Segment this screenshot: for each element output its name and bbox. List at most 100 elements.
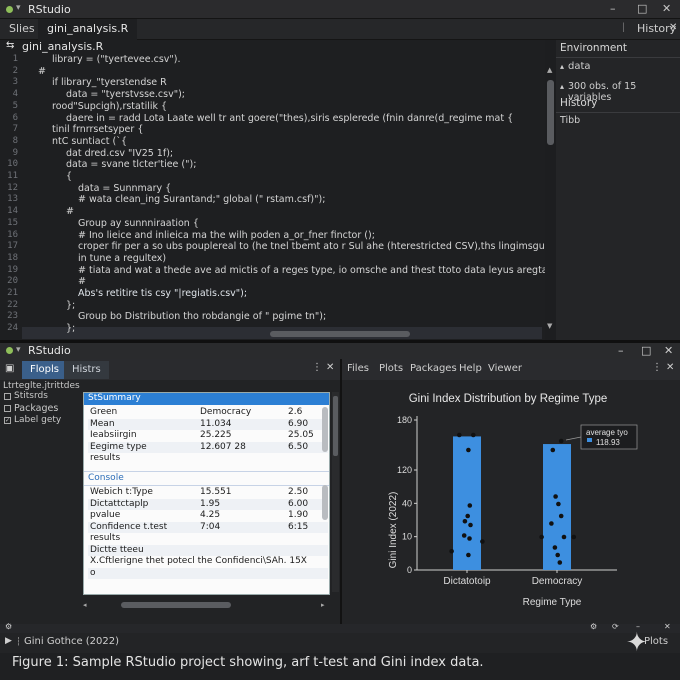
tab-flopls[interactable]: Flopls: [22, 361, 67, 379]
list-item[interactable]: Packages: [14, 403, 58, 414]
table-cell: Dictte tteeu: [90, 544, 144, 555]
close-pane-icon[interactable]: ✕: [666, 362, 674, 373]
history-title[interactable]: History: [560, 97, 597, 109]
menu-icon[interactable]: ▾: [16, 3, 21, 13]
table-row[interactable]: pvalue 4.25 1.90: [88, 510, 328, 521]
play-icon[interactable]: ▶: [5, 636, 12, 646]
data-point: [457, 432, 462, 438]
tab-files[interactable]: Files: [347, 363, 369, 374]
more-options-icon[interactable]: ⋮: [652, 362, 662, 373]
table-row[interactable]: Webich t:Type 15.551 2.50: [88, 487, 328, 498]
code-line[interactable]: #: [38, 66, 46, 77]
scroll-left-icon[interactable]: ◂: [83, 601, 87, 609]
code-line[interactable]: };: [66, 323, 75, 334]
data-point: [468, 522, 473, 528]
scroll-thumb[interactable]: [547, 80, 554, 145]
close-tab-icon[interactable]: ✕: [669, 22, 677, 33]
expand-icon[interactable]: ▴: [560, 62, 564, 71]
table-row[interactable]: Dictattctaplp 1.95 6.00: [88, 498, 328, 510]
table-row[interactable]: Confidence t.test 7:04 6:15: [88, 521, 328, 533]
code-line[interactable]: daere in = radd Lota Laate well tr ant g…: [66, 113, 513, 124]
maximize-button[interactable]: □: [641, 344, 651, 357]
scroll-up-icon[interactable]: ▲: [547, 66, 552, 74]
code-line[interactable]: if library_"tyerstendse R: [52, 77, 167, 88]
settings-icon[interactable]: ⚙: [5, 622, 12, 631]
code-line[interactable]: ntC suntiact (`{: [52, 136, 127, 147]
scroll-down-icon[interactable]: ▼: [547, 322, 552, 330]
console-item[interactable]: Gini Gothce (2022): [24, 636, 119, 647]
code-line[interactable]: tinil frnrrsetsyper {: [52, 124, 143, 135]
scroll-right-icon[interactable]: ▸: [321, 601, 325, 609]
code-line[interactable]: #: [78, 276, 86, 287]
list-item[interactable]: Stitsrds: [14, 391, 48, 401]
scroll-thumb[interactable]: [121, 602, 231, 608]
code-line[interactable]: data = "tyerstvsse.csv");: [66, 89, 185, 100]
tab-histrs[interactable]: Histrs: [64, 361, 109, 379]
code-line[interactable]: in tune a regultex): [78, 253, 166, 264]
code-line[interactable]: {: [66, 171, 72, 182]
code-line[interactable]: data = Sunnmary {: [78, 183, 171, 194]
table-row[interactable]: results: [88, 533, 328, 544]
table-row[interactable]: Dictte tteeu: [88, 544, 328, 556]
code-line[interactable]: Abs's retitire tis csy "|regiatis.csv");: [78, 288, 247, 299]
tab-help[interactable]: Help: [459, 363, 482, 374]
list-item[interactable]: Label gety: [14, 415, 61, 425]
table-scroll-thumb[interactable]: [322, 485, 328, 520]
tab-packages[interactable]: Packages: [410, 363, 457, 374]
maximize-button[interactable]: □: [637, 2, 647, 15]
editor-vertical-scrollbar[interactable]: ▲ ▼: [545, 40, 556, 340]
minimize-button[interactable]: –: [610, 2, 616, 15]
pane-icon[interactable]: ▣: [5, 363, 14, 374]
code-line[interactable]: dat dred.csv "IV25 1f);: [66, 148, 173, 159]
lower-title-bar: ▾ RStudio – □ ✕: [0, 343, 680, 359]
more-options-icon[interactable]: ⋮: [312, 362, 322, 373]
horizontal-scrollbar[interactable]: [270, 331, 410, 337]
line-number: 10: [7, 159, 18, 170]
table-row[interactable]: X.Cftlerigne thet potecl the Confidenci\…: [88, 556, 328, 567]
code-line[interactable]: rood"Supcigh),rstatilik {: [52, 101, 167, 112]
code-line[interactable]: };: [66, 300, 75, 311]
checkbox-icon[interactable]: [4, 405, 11, 412]
scroll-thumb[interactable]: [333, 396, 338, 456]
table-row[interactable]: Eegime type 12.607 28 6.50: [88, 441, 328, 453]
table-row[interactable]: results: [88, 453, 328, 464]
refresh-icon[interactable]: ⟳: [612, 622, 619, 631]
close-icon[interactable]: ✕: [664, 622, 671, 631]
close-pane-icon[interactable]: ✕: [326, 362, 334, 373]
code-line[interactable]: croper fir per a so ubs pouplereal to (h…: [78, 241, 565, 252]
code-line[interactable]: library = ("tyertevee.csv").: [52, 54, 181, 65]
table-row[interactable]: Green Democracy 2.6: [88, 407, 328, 418]
vertical-scrollbar[interactable]: [332, 392, 339, 592]
data-point: [555, 552, 560, 558]
tab-gini-analysis[interactable]: gini_analysis.R: [38, 19, 138, 40]
table-scroll-thumb[interactable]: [322, 407, 328, 452]
code-line[interactable]: #: [66, 206, 74, 217]
env-data-item[interactable]: data: [568, 61, 591, 72]
close-button[interactable]: ✕: [662, 2, 671, 15]
code-line[interactable]: # wata clean_ing Surantand;" global (" r…: [78, 194, 325, 205]
table-row[interactable]: Mean 11.034 6.90: [88, 418, 328, 430]
code-line[interactable]: Group ay sunnniraation {: [78, 218, 199, 229]
checkbox-checked-icon[interactable]: ✓: [4, 417, 11, 424]
code-line[interactable]: data = svane tlcter'tiee (");: [66, 159, 196, 170]
checkbox-icon[interactable]: [4, 393, 11, 400]
horizontal-scrollbar[interactable]: ◂ ▸: [83, 601, 330, 609]
code-line[interactable]: # tiata and wat a thede ave ad mictis of…: [78, 265, 579, 276]
tab-viewer[interactable]: Viewer: [488, 363, 522, 374]
code-editor[interactable]: ⇆ gini_analysis.R 1 library = ("tyertevee…: [0, 40, 579, 340]
tibb-item[interactable]: Tibb: [560, 115, 580, 126]
gear-icon[interactable]: ⚙: [590, 622, 597, 631]
tab-plots[interactable]: Plots: [379, 363, 403, 374]
table-row[interactable]: Ieabsiirgin 25.225 25.05: [88, 430, 328, 441]
code-line[interactable]: Group bo Distribution tho robdangie of "…: [78, 311, 326, 322]
table-row[interactable]: o: [88, 567, 328, 579]
close-button[interactable]: ✕: [664, 344, 673, 357]
editor-filename: gini_analysis.R: [22, 40, 104, 53]
table-cell: 6.90: [288, 418, 309, 429]
menu-icon[interactable]: ▾: [16, 345, 21, 355]
table-cell: Dictattctaplp: [90, 498, 149, 509]
divider: [556, 112, 680, 113]
expand-icon[interactable]: ▴: [560, 82, 564, 91]
code-line[interactable]: # Ino lieice and inlieica ma the wilh po…: [78, 230, 375, 241]
minimize-button[interactable]: –: [618, 344, 624, 357]
